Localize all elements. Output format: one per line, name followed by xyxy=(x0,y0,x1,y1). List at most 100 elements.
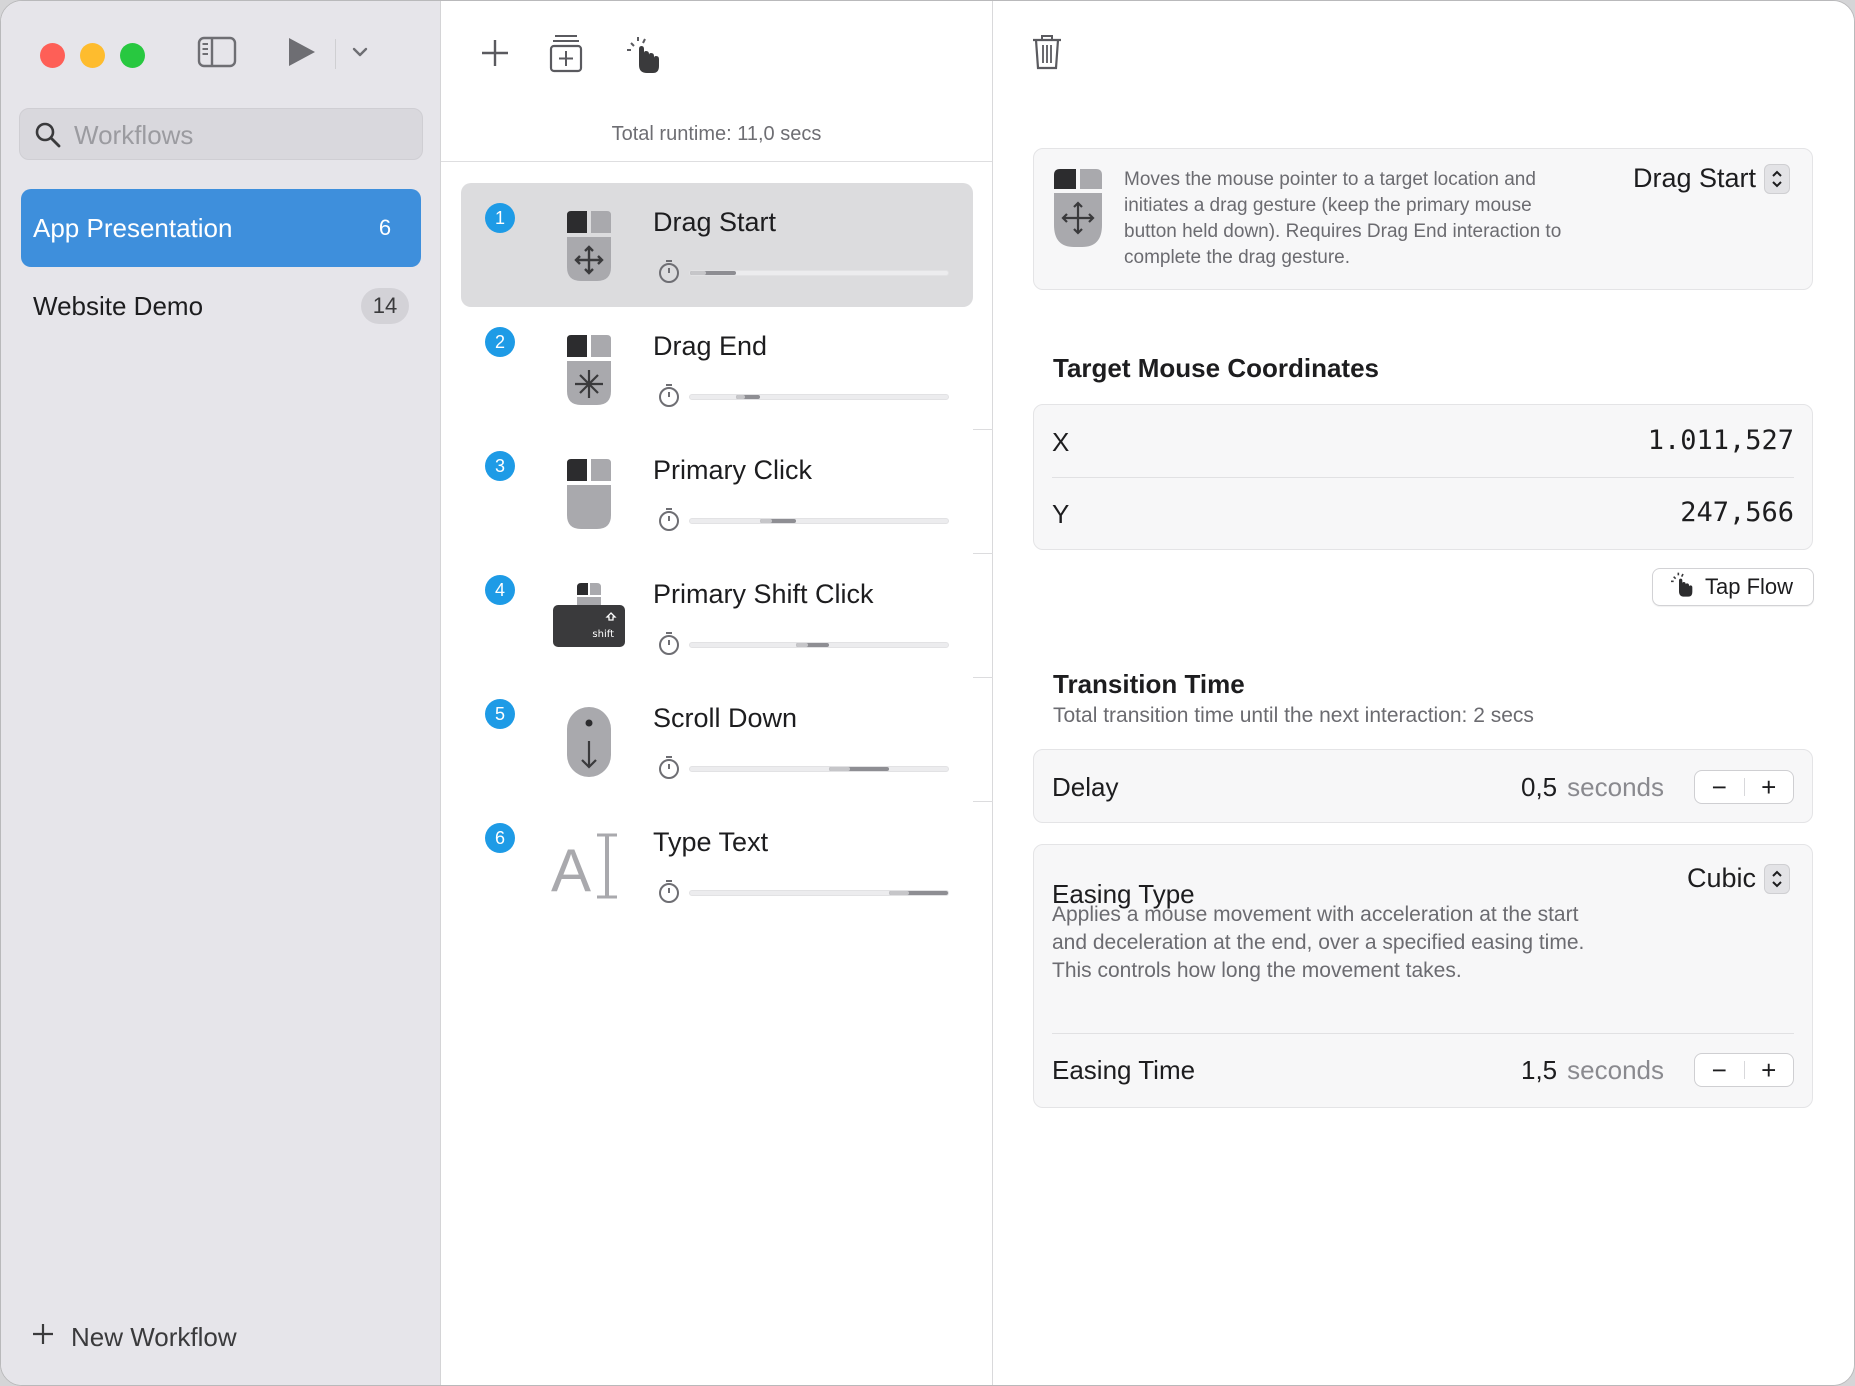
delay-unit: seconds xyxy=(1567,772,1664,802)
step-title: Drag Start xyxy=(653,207,777,237)
step-item-primary-shift-click[interactable]: 4 shift Primary Shift Click xyxy=(461,555,973,679)
decrement-button[interactable]: − xyxy=(1695,1054,1744,1086)
timeline-segment xyxy=(759,519,796,523)
add-step-icon[interactable] xyxy=(549,33,583,78)
timeline-delay-segment xyxy=(736,395,745,399)
stopwatch-icon xyxy=(657,507,681,538)
easing-type-value: Cubic xyxy=(1686,863,1756,893)
mouse-drag-icon xyxy=(549,205,629,285)
minimize-window-button[interactable] xyxy=(80,43,105,68)
delay-stepper[interactable]: − + xyxy=(1694,770,1794,804)
decrement-button[interactable]: − xyxy=(1695,771,1744,803)
transition-subtitle: Total transition time until the next int… xyxy=(1053,704,1534,727)
zoom-window-button[interactable] xyxy=(120,43,145,68)
delay-label: Delay xyxy=(1052,772,1119,802)
play-icon[interactable] xyxy=(285,35,317,74)
steps-panel: Total runtime: 11,0 secs 1 Drag Start 2 … xyxy=(441,1,1401,1385)
search-field[interactable] xyxy=(19,108,423,161)
step-item-primary-click[interactable]: 3 Primary Click xyxy=(461,431,973,555)
step-item-scroll-down[interactable]: 5 Scroll Down xyxy=(461,679,973,803)
increment-button[interactable]: + xyxy=(1745,771,1794,803)
divider xyxy=(1052,477,1794,478)
timeline-track xyxy=(689,766,949,772)
window-controls xyxy=(40,43,145,68)
timeline-segment xyxy=(736,395,760,399)
timeline-segment xyxy=(795,643,830,647)
stopwatch-icon xyxy=(657,755,681,786)
shift-click-icon: shift xyxy=(549,577,629,657)
step-number-badge: 2 xyxy=(485,327,515,357)
chevron-down-icon[interactable] xyxy=(351,45,369,64)
step-item-drag-end[interactable]: 2 Drag End xyxy=(461,307,973,431)
easing-time-label: Easing Time xyxy=(1052,1055,1196,1085)
timeline-delay-segment xyxy=(888,891,910,895)
workflow-item-app-presentation[interactable]: App Presentation 6 xyxy=(21,189,421,267)
up-down-chevron-icon xyxy=(1764,863,1790,894)
timeline-delay-segment xyxy=(795,643,808,647)
increment-button[interactable]: + xyxy=(1745,1054,1794,1086)
timeline-segment xyxy=(690,271,737,275)
easing-time-unit: seconds xyxy=(1567,1055,1664,1085)
step-number-badge: 3 xyxy=(485,451,515,481)
add-icon[interactable] xyxy=(479,37,511,74)
timeline-segment xyxy=(888,891,948,895)
delay-value-group: 0,5 seconds xyxy=(1521,772,1664,803)
total-runtime: Total runtime: 11,0 secs xyxy=(611,123,822,145)
transition-section-title: Transition Time xyxy=(1053,669,1245,699)
timeline-track xyxy=(689,394,949,400)
workflow-item-website-demo[interactable]: Website Demo 14 xyxy=(21,267,421,345)
toolbar-divider xyxy=(335,39,336,69)
step-number-badge: 1 xyxy=(485,203,515,233)
timeline-track xyxy=(689,890,949,896)
action-type-value: Drag Start xyxy=(1632,163,1756,193)
y-value-field[interactable]: 247,566 xyxy=(1680,497,1794,528)
close-window-button[interactable] xyxy=(40,43,65,68)
timeline-track xyxy=(689,642,949,648)
easing-time-value[interactable]: 1,5 xyxy=(1521,1055,1557,1085)
workflow-count-badge: 6 xyxy=(378,215,392,240)
search-icon xyxy=(34,121,62,154)
tap-flow-icon xyxy=(1667,570,1695,604)
up-down-chevron-icon xyxy=(1764,163,1790,194)
plus-icon xyxy=(31,1322,55,1353)
delay-value[interactable]: 0,5 xyxy=(1521,772,1557,802)
search-input[interactable] xyxy=(72,109,406,161)
trash-icon[interactable] xyxy=(1031,33,1063,76)
new-workflow-label: New Workflow xyxy=(71,1322,237,1352)
tap-flow-button[interactable]: Tap Flow xyxy=(1652,568,1814,606)
svg-text:A: A xyxy=(551,837,591,904)
timeline-delay-segment xyxy=(690,271,707,275)
step-number-badge: 5 xyxy=(485,699,515,729)
step-title: Scroll Down xyxy=(653,703,798,733)
step-title: Primary Click xyxy=(653,455,812,485)
workflow-name: Website Demo xyxy=(33,290,204,321)
mouse-click-icon xyxy=(549,453,629,533)
step-number-badge: 4 xyxy=(485,575,515,605)
tap-flow-label: Tap Flow xyxy=(1705,574,1794,599)
detail-panel: Moves the mouse pointer to a target loca… xyxy=(993,1,1854,1385)
action-type-popup[interactable]: Drag Start xyxy=(1633,163,1790,194)
tap-flow-icon[interactable] xyxy=(621,33,663,80)
easing-type-popup[interactable]: Cubic xyxy=(1687,863,1790,894)
step-item-drag-start[interactable]: 1 Drag Start xyxy=(461,183,973,307)
x-label: X xyxy=(1052,427,1070,457)
timeline-track xyxy=(689,270,949,276)
step-title: Primary Shift Click xyxy=(653,579,874,609)
timeline-track xyxy=(689,518,949,524)
sidebar: App Presentation 6 Website Demo 14 New W… xyxy=(1,1,441,1385)
timeline-delay-segment xyxy=(829,767,851,771)
step-title: Drag End xyxy=(653,331,768,361)
stopwatch-icon xyxy=(657,631,681,662)
action-card: Moves the mouse pointer to a target loca… xyxy=(1033,148,1813,290)
step-number-badge: 6 xyxy=(485,823,515,853)
svg-text:shift: shift xyxy=(592,629,614,640)
sidebar-toggle-icon[interactable] xyxy=(197,35,237,74)
new-workflow-button[interactable]: New Workflow xyxy=(31,1322,237,1353)
easing-description: Applies a mouse movement with accelerati… xyxy=(1052,903,1585,982)
x-value-field[interactable]: 1.011,527 xyxy=(1648,425,1794,456)
workflow-name: App Presentation xyxy=(33,212,233,243)
step-item-type-text[interactable]: 6 A Type Text xyxy=(461,803,973,927)
easing-time-stepper[interactable]: − + xyxy=(1694,1053,1794,1087)
stopwatch-icon xyxy=(657,383,681,414)
mouse-drag-end-icon xyxy=(549,329,629,409)
